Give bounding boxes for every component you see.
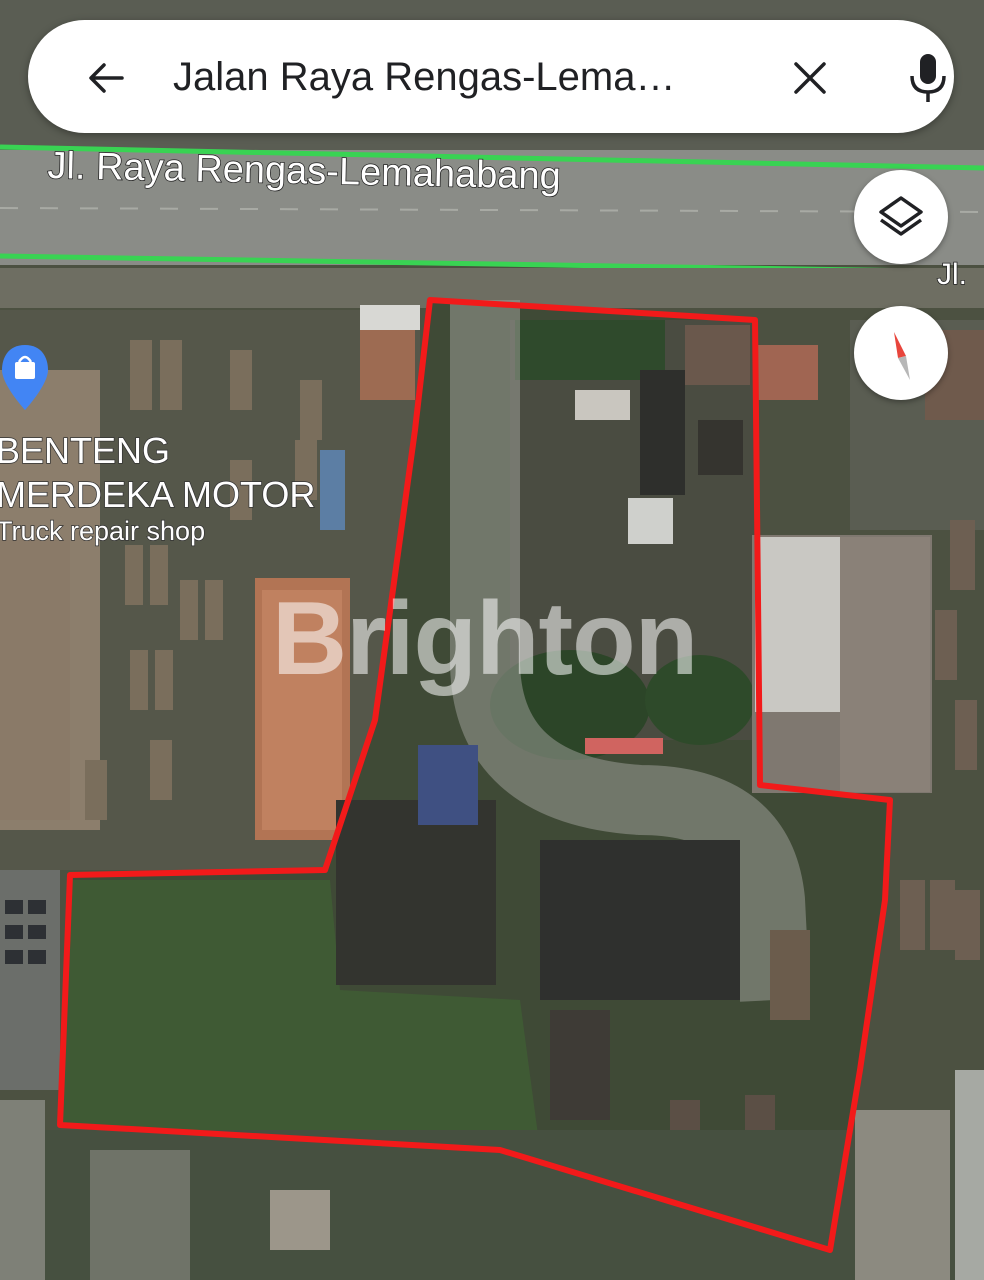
poi-name-line2[interactable]: MERDEKA MOTOR — [0, 473, 316, 516]
search-bar[interactable]: Jalan Raya Rengas-Lema… — [28, 20, 954, 133]
compass-icon — [894, 332, 910, 380]
close-icon[interactable] — [790, 58, 830, 98]
arrow-back-icon[interactable] — [86, 58, 126, 98]
layers-button[interactable] — [854, 170, 948, 264]
compass-button[interactable] — [854, 306, 948, 400]
search-input[interactable]: Jalan Raya Rengas-Lema… — [173, 54, 743, 100]
microphone-icon[interactable] — [906, 52, 950, 104]
layers-icon — [879, 196, 923, 236]
poi-name-line1[interactable]: BENTENG — [0, 429, 171, 472]
poi-category: Truck repair shop — [0, 515, 206, 547]
brighton-watermark: Brighton — [272, 581, 698, 697]
